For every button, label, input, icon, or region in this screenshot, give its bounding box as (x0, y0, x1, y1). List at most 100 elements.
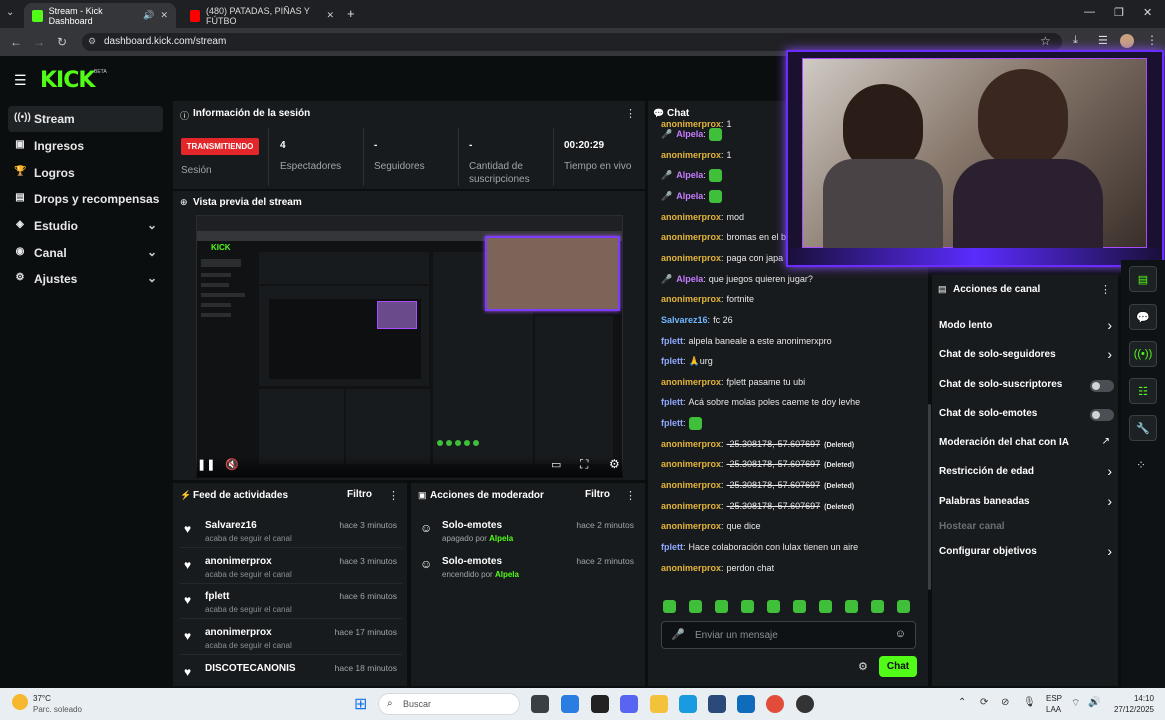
mod-action-user[interactable]: Alpela (489, 534, 513, 543)
chat-username[interactable]: Alpela (676, 274, 703, 284)
chat-message[interactable]: 🎤 Alpela: que juegos quieren jugar? (661, 271, 813, 287)
feed-user[interactable]: Salvarez16 (205, 520, 257, 531)
tray-sync-icon[interactable]: ⟳ (980, 697, 988, 708)
mute-icon[interactable]: 🔇 (225, 458, 239, 471)
channel-action-item[interactable]: Chat de solo-emotes (939, 407, 1114, 423)
sidebar-item-ingresos[interactable]: ▣ Ingresos (8, 133, 163, 159)
emote-icon[interactable] (819, 600, 832, 613)
tray-wifi-icon[interactable]: ⌔ (1071, 697, 1080, 710)
clock-time[interactable]: 14:10 (1108, 694, 1154, 703)
queue-icon[interactable]: ☰ (1098, 34, 1108, 47)
emote-icon[interactable] (741, 600, 754, 613)
windows-start-icon[interactable]: ⊞ (354, 694, 367, 714)
rail-add-widget-icon[interactable]: ⁘ (1136, 458, 1146, 472)
language[interactable]: ESP (1046, 694, 1062, 703)
chat-message[interactable]: anonimerprox: -25.308178,-57.607697 (Delet… (661, 436, 854, 452)
feed-user[interactable]: DISCOTECANONIS (205, 663, 296, 674)
discord-icon[interactable] (620, 695, 638, 713)
emote-icon[interactable] (897, 600, 910, 613)
feed-item[interactable]: ♥ DISCOTECANONIS hace 18 minutos (180, 657, 402, 691)
feed-item[interactable]: ♥ Salvarez16 acaba de seguir el canal hace … (180, 514, 402, 548)
minimize-icon[interactable]: — (1084, 6, 1095, 18)
emote-icon[interactable] (767, 600, 780, 613)
chat-message[interactable]: anonimerprox: mod (661, 209, 744, 225)
emote-icon[interactable] (793, 600, 806, 613)
obs-icon[interactable] (796, 695, 814, 713)
chat-username[interactable]: anonimerprox (661, 521, 721, 531)
kick-logo[interactable]: KICK (40, 68, 95, 93)
chat-message[interactable]: fplett: Hace colaboración con lulax tiene… (661, 539, 858, 555)
sidebar-item-logros[interactable]: 🏆 Logros (8, 160, 163, 186)
feed-menu-icon[interactable]: ⋮ (388, 489, 399, 502)
chat-message[interactable]: anonimerprox: bromas en el bo (661, 229, 791, 245)
rail-chat-icon[interactable]: 💬 (1129, 304, 1157, 330)
close-tab-icon[interactable]: ✕ (326, 10, 334, 21)
chat-username[interactable]: anonimerprox (661, 232, 721, 242)
chat-message[interactable]: 🎤 Alpela: (661, 126, 722, 142)
back-icon[interactable]: ← (10, 35, 22, 49)
chat-username[interactable]: anonimerprox (661, 294, 721, 304)
chat-message[interactable]: fplett: (661, 415, 702, 431)
reload-icon[interactable]: ↻ (57, 35, 67, 49)
file-explorer-icon[interactable] (650, 695, 668, 713)
rail-notes-icon[interactable]: ▤ (1129, 266, 1157, 292)
emote-icon[interactable] (715, 600, 728, 613)
chat-message[interactable]: anonimerprox: -25.308178,-57.607697 (Delet… (661, 456, 854, 472)
chat-message[interactable]: 🎤 Alpela: (661, 188, 722, 204)
emote-icon[interactable] (871, 600, 884, 613)
taskbar-search[interactable]: ⌕ Buscar (378, 693, 520, 715)
mod-menu-icon[interactable]: ⋮ (625, 489, 636, 502)
chat-username[interactable]: Alpela (676, 129, 703, 139)
session-menu-icon[interactable]: ⋮ (625, 107, 636, 120)
chat-username[interactable]: anonimerprox (661, 150, 721, 160)
chat-username[interactable]: anonimerprox (661, 563, 721, 573)
chat-username[interactable]: fplett (661, 356, 683, 366)
toggle-switch[interactable] (1090, 409, 1114, 421)
chat-settings-icon[interactable]: ⚙ (858, 660, 868, 673)
chat-message[interactable]: anonimerprox: fortnite (661, 291, 754, 307)
sidebar-item-canal[interactable]: ◉ Canal ⌄ (8, 240, 163, 266)
close-tab-icon[interactable]: ✕ (160, 10, 168, 21)
channel-action-item[interactable]: Chat de solo-seguidores › (939, 346, 1114, 364)
settings-icon[interactable]: ⚙ (609, 457, 620, 471)
chat-message[interactable]: Salvarez16: fc 26 (661, 312, 733, 328)
site-info-icon[interactable]: ⚙ (88, 36, 96, 47)
feed-item[interactable]: ♥ fplett acaba de seguir el canal hace 6 mi… (180, 585, 402, 620)
chat-username[interactable]: anonimerprox (661, 253, 721, 263)
channel-action-item[interactable]: Chat de solo-suscriptores (939, 378, 1114, 394)
chat-username[interactable]: anonimerprox (661, 459, 721, 469)
toggle-switch[interactable] (1090, 380, 1114, 392)
chat-username[interactable]: anonimerprox (661, 377, 721, 387)
stream-video[interactable]: KICK (196, 215, 623, 478)
chat-username[interactable]: fplett (661, 542, 683, 552)
browser-menu-icon[interactable]: ⋮ (1146, 33, 1158, 47)
chat-message[interactable]: anonimerprox: 1 (661, 147, 732, 163)
tab-list-icon[interactable]: ⌄ (6, 7, 14, 18)
channel-actions-menu-icon[interactable]: ⋮ (1100, 283, 1111, 296)
edge-icon[interactable] (679, 695, 697, 713)
tab-kick-dashboard[interactable]: Stream - Kick Dashboard 🔊 ✕ (24, 3, 176, 28)
chat-message[interactable]: anonimerprox: que dice (661, 518, 761, 534)
chat-username[interactable]: fplett (661, 397, 683, 407)
task-view-icon[interactable] (531, 695, 549, 713)
weather-icon[interactable] (12, 694, 28, 710)
channel-action-item[interactable]: Palabras baneadas › (939, 493, 1114, 511)
emote-icon[interactable] (689, 600, 702, 613)
chat-username[interactable]: anonimerprox (661, 439, 721, 449)
sidebar-item-ajustes[interactable]: ⚙ Ajustes ⌄ (8, 266, 163, 292)
url-field[interactable]: dashboard.kick.com/stream (82, 33, 1062, 51)
pause-icon[interactable]: ❚❚ (197, 458, 215, 471)
channel-action-item[interactable]: Restricción de edad › (939, 463, 1114, 481)
rail-tools-icon[interactable]: 🔧 (1129, 415, 1157, 441)
profile-avatar[interactable] (1120, 34, 1134, 48)
channel-action-item[interactable]: Configurar objetivos › (939, 543, 1114, 561)
channel-action-item[interactable]: Modo lento › (939, 317, 1114, 335)
theater-icon[interactable]: ▭ (551, 458, 561, 471)
channel-action-item[interactable]: Moderación del chat con IA ↗ (939, 436, 1114, 452)
audio-icon[interactable]: 🔊 (143, 10, 154, 21)
store-icon[interactable] (708, 695, 726, 713)
tray-network-icon[interactable]: ⊘ (1001, 697, 1009, 708)
send-chat-button[interactable]: Chat (879, 656, 917, 677)
chat-scrollbar[interactable] (928, 404, 931, 590)
feed-user[interactable]: fplett (205, 591, 229, 602)
